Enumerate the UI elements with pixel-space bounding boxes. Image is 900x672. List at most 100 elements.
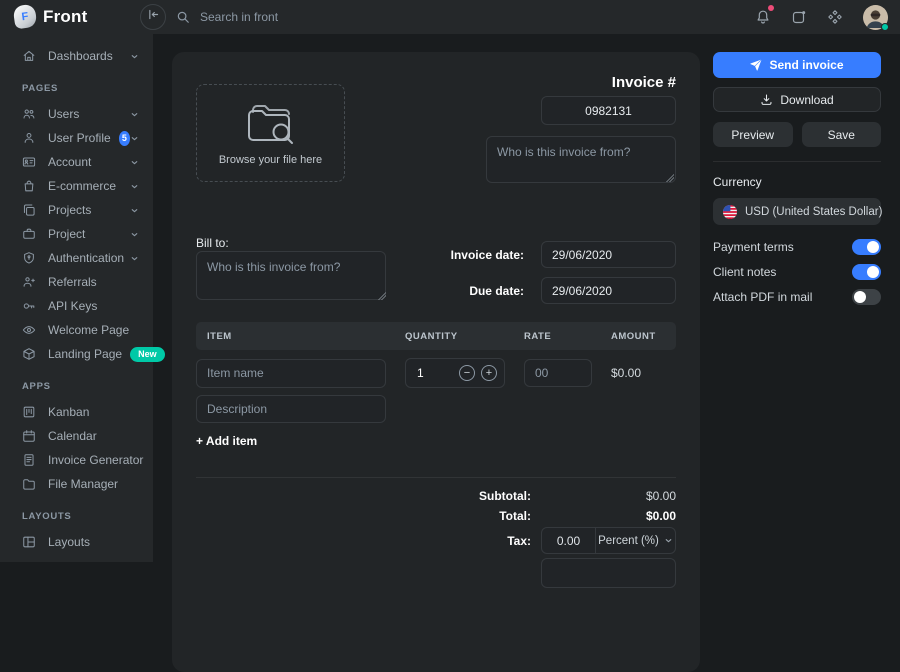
sidebar-item-kanban[interactable]: Kanban xyxy=(0,400,153,424)
sidebar-item-e-commerce[interactable]: E-commerce xyxy=(0,174,153,198)
bell-icon xyxy=(755,9,771,25)
sidebar-item-label: Layouts xyxy=(48,535,90,549)
total-value: $0.00 xyxy=(531,509,676,523)
sidebar-item-users[interactable]: Users xyxy=(0,102,153,126)
chevron-down-icon xyxy=(130,110,139,119)
tax-unit-select[interactable]: Percent (%) xyxy=(595,528,675,553)
invoice-from-textarea[interactable] xyxy=(486,136,676,183)
currency-select[interactable]: USD (United States Dollar) xyxy=(713,198,881,225)
add-item-button[interactable]: + Add item xyxy=(196,434,257,448)
widgets-icon xyxy=(827,9,843,25)
totals-divider xyxy=(196,477,676,478)
toggle-attach-pdf-in-mail[interactable] xyxy=(852,289,881,305)
id-card-icon xyxy=(22,155,36,169)
notifications-button[interactable] xyxy=(755,9,771,25)
subtotal-row: Subtotal: $0.00 xyxy=(196,489,676,503)
option-row-payment-terms: Payment terms xyxy=(713,239,881,255)
sidebar-item-project[interactable]: Project xyxy=(0,222,153,246)
calendar-icon xyxy=(22,429,36,443)
sidebar-item-api-keys[interactable]: API Keys xyxy=(0,294,153,318)
invoice-date-input[interactable] xyxy=(541,241,676,268)
resize-handle[interactable] xyxy=(377,291,386,300)
due-date-input[interactable] xyxy=(541,277,676,304)
box-icon xyxy=(22,347,36,361)
logo-upload-dropzone[interactable]: Browse your file here xyxy=(196,84,345,182)
apps-icon xyxy=(791,9,807,25)
avatar[interactable] xyxy=(863,5,888,30)
sidebar-item-invoice-generator[interactable]: Invoice Generator xyxy=(0,448,153,472)
sidebar-item-dashboards[interactable]: Dashboards xyxy=(0,44,153,68)
collapse-sidebar-button[interactable] xyxy=(140,4,166,30)
tax-amount-input[interactable] xyxy=(542,528,595,553)
quantity-value[interactable]: 1 xyxy=(413,366,459,380)
preview-label: Preview xyxy=(731,128,774,142)
nav-section-header-pages: Pages xyxy=(0,68,153,102)
amount-paid-input[interactable] xyxy=(541,558,676,588)
currency-label: Currency xyxy=(713,175,881,189)
total-label: Total: xyxy=(499,509,531,523)
save-label: Save xyxy=(828,128,855,142)
toggle-payment-terms[interactable] xyxy=(852,239,881,255)
quantity-decrease-button[interactable]: − xyxy=(459,365,475,381)
download-button[interactable]: Download xyxy=(713,87,881,112)
send-invoice-label: Send invoice xyxy=(769,58,843,72)
sidebar-item-landing-page[interactable]: Landing PageNew xyxy=(0,342,153,366)
sidebar-item-label: User Profile xyxy=(48,131,111,145)
invoice-options-toggles: Payment termsClient notesAttach PDF in m… xyxy=(713,239,881,305)
user-icon xyxy=(22,131,36,145)
amount-value: $0.00 xyxy=(611,366,676,380)
sidebar-item-label: Welcome Page xyxy=(48,323,129,337)
description-input[interactable] xyxy=(196,395,386,423)
briefcase-icon xyxy=(22,227,36,241)
nav-section-header-apps: Apps xyxy=(0,366,153,400)
search-input[interactable] xyxy=(200,10,420,24)
preview-button[interactable]: Preview xyxy=(713,122,793,147)
save-button[interactable]: Save xyxy=(802,122,882,147)
brand-logo-icon: F xyxy=(13,4,38,30)
quantity-increase-button[interactable]: + xyxy=(481,365,497,381)
shield-icon xyxy=(22,251,36,265)
option-label: Client notes xyxy=(713,265,776,279)
sidebar-item-file-manager[interactable]: File Manager xyxy=(0,472,153,496)
collapse-sidebar-icon xyxy=(147,8,160,26)
bill-to-textarea[interactable] xyxy=(196,251,386,300)
sidebar-item-label: Projects xyxy=(48,203,91,217)
resize-handle[interactable] xyxy=(665,173,674,182)
invoice-generator-card: Browse your file here Invoice # Bill to:… xyxy=(172,52,700,672)
widgets-button[interactable] xyxy=(827,9,843,25)
chevron-down-icon xyxy=(130,134,139,143)
sidebar-item-label: API Keys xyxy=(48,299,97,313)
brand-logo[interactable]: F Front xyxy=(14,5,87,28)
sidebar-item-user-profile[interactable]: User Profile5 xyxy=(0,126,153,150)
chevron-down-icon xyxy=(130,182,139,191)
sidebar-item-projects[interactable]: Projects xyxy=(0,198,153,222)
invoice-number-heading: Invoice # xyxy=(612,74,676,91)
sidebar-item-layouts[interactable]: Layouts xyxy=(0,530,153,554)
send-invoice-button[interactable]: Send invoice xyxy=(713,52,881,78)
users-icon xyxy=(22,107,36,121)
rate-input[interactable] xyxy=(524,359,592,387)
sidebar-item-authentication[interactable]: Authentication xyxy=(0,246,153,270)
layout-icon xyxy=(22,535,36,549)
us-flag-icon xyxy=(723,205,737,219)
toggle-client-notes[interactable] xyxy=(852,264,881,280)
sidebar-item-label: File Manager xyxy=(48,477,118,491)
sidebar-item-referrals[interactable]: Referrals xyxy=(0,270,153,294)
item-name-input[interactable] xyxy=(196,359,386,388)
col-quantity: QUANTITY xyxy=(405,331,505,342)
item-row: 1 − + $0.00 xyxy=(196,358,676,388)
sidebar-item-welcome-page[interactable]: Welcome Page xyxy=(0,318,153,342)
apps-button[interactable] xyxy=(791,9,807,25)
nav-section-header-layouts: Layouts xyxy=(0,496,153,530)
sidebar-item-account[interactable]: Account xyxy=(0,150,153,174)
invoice-date-label: Invoice date: xyxy=(451,248,524,262)
sidebar-item-calendar[interactable]: Calendar xyxy=(0,424,153,448)
badge-new: New xyxy=(130,347,165,362)
download-icon xyxy=(760,93,773,106)
due-date-label: Due date: xyxy=(469,284,524,298)
sidebar-item-label: Users xyxy=(48,107,79,121)
sidebar-item-label: Invoice Generator xyxy=(48,453,143,467)
person-plus-icon xyxy=(22,275,36,289)
invoice-number-input[interactable] xyxy=(541,96,676,125)
notification-dot xyxy=(768,5,774,11)
